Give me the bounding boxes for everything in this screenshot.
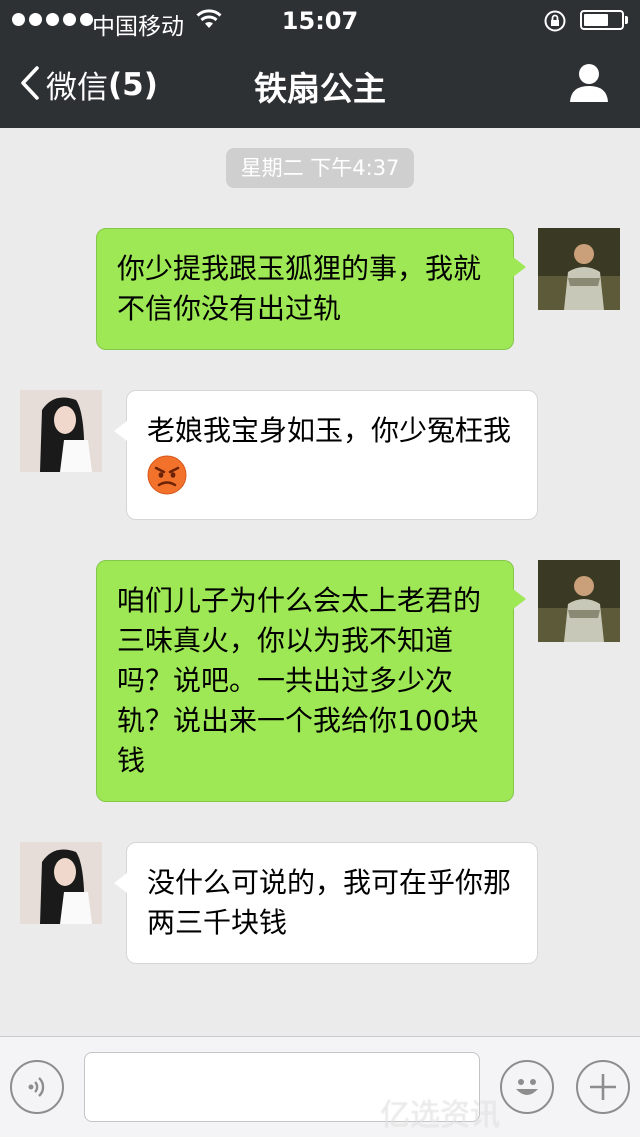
contact-avatar[interactable] xyxy=(20,842,102,924)
message-text-line: 你少提我跟玉狐狸的事，我就 xyxy=(117,252,482,285)
top-bar: 中国移动 15:07 微信 (5) 铁扇公主 xyxy=(0,0,640,128)
my-avatar[interactable] xyxy=(538,228,620,310)
message-text-line: 不信你没有出过轨 xyxy=(117,292,342,325)
voice-input-button[interactable] xyxy=(10,1060,64,1114)
message-text-line: 三味真火，你以为我不知道 xyxy=(117,624,454,657)
battery-icon xyxy=(580,10,624,30)
contact-avatar[interactable] xyxy=(20,390,102,472)
message-bubble[interactable]: 老娘我宝身如玉，你少冤枉我 xyxy=(114,390,538,520)
message-bubble[interactable]: 咱们儿子为什么会太上老君的 三味真火，你以为我不知道 吗？说吧。一共出过多少次 … xyxy=(96,560,526,802)
message-text-line: 轨？说出来一个我给你100块 xyxy=(117,704,479,737)
message-text-line: 没什么可说的，我可在乎你那 xyxy=(147,866,512,899)
message-text-line: 钱 xyxy=(117,744,146,777)
message-text-line: 咱们儿子为什么会太上老君的 xyxy=(117,584,482,617)
my-avatar[interactable] xyxy=(538,560,620,642)
angry-face-icon xyxy=(147,455,187,495)
message-text-line: 两三千块钱 xyxy=(147,906,288,939)
message-timestamp: 星期二 下午4:37 xyxy=(226,148,414,188)
rotation-lock-icon xyxy=(543,9,567,37)
message-text-line: 吗？说吧。一共出过多少次 xyxy=(117,664,454,697)
message-bubble[interactable]: 你少提我跟玉狐狸的事，我就 不信你没有出过轨 xyxy=(96,228,526,350)
status-bar: 中国移动 15:07 xyxy=(0,0,640,40)
message-bubble[interactable]: 没什么可说的，我可在乎你那 两三千块钱 xyxy=(114,842,538,964)
person-icon xyxy=(570,64,608,102)
chat-title: 铁扇公主 xyxy=(254,69,386,108)
voice-icon xyxy=(28,1077,45,1097)
watermark: 亿选资讯 xyxy=(380,1098,500,1133)
navigation-bar: 微信 (5) 铁扇公主 xyxy=(0,40,640,128)
contact-info-button[interactable] xyxy=(568,62,610,108)
message-text-line: 老娘我宝身如玉，你少冤枉我 xyxy=(147,414,512,447)
